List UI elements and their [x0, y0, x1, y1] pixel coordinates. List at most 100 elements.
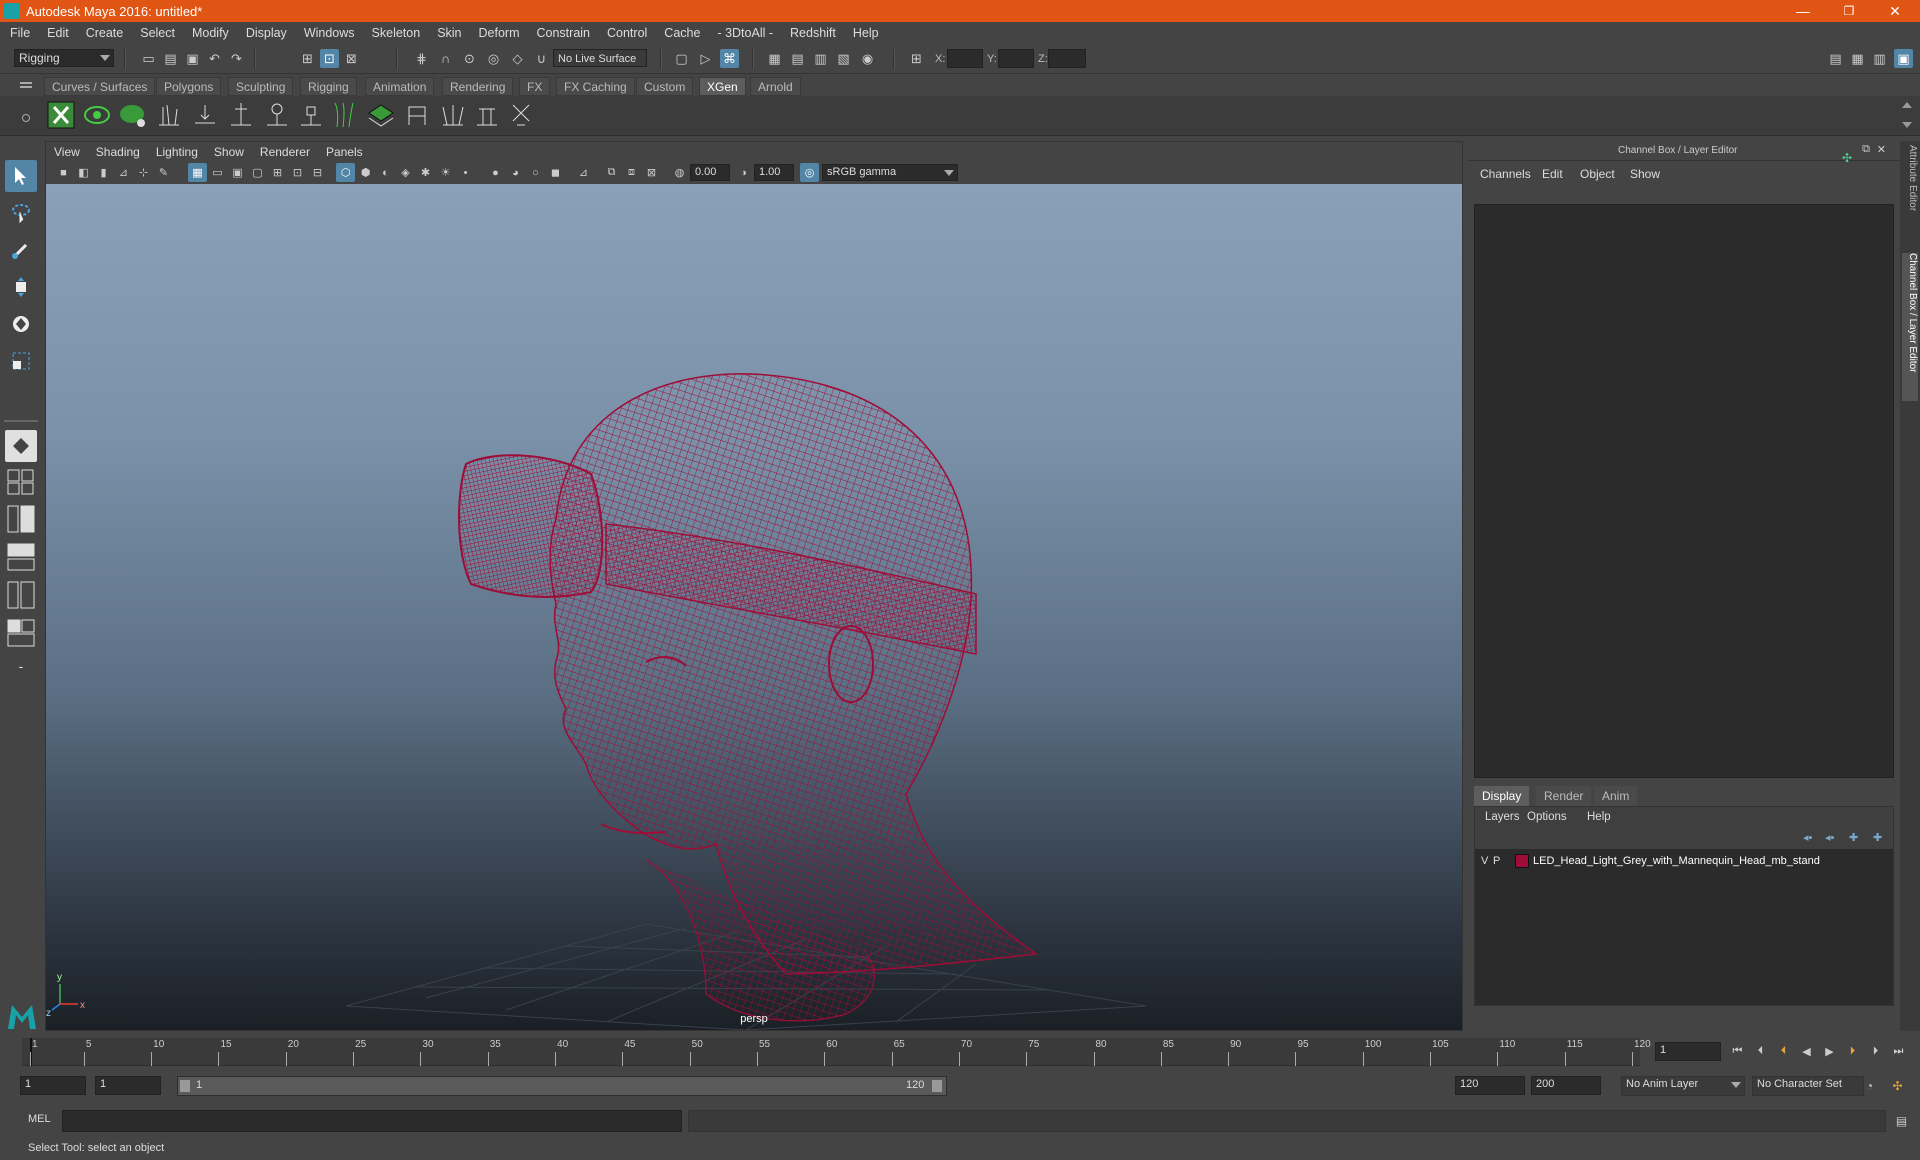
- shelf-settings-icon[interactable]: [22, 114, 30, 122]
- play-forwards-icon[interactable]: ▶: [1820, 1042, 1839, 1061]
- step-forward-key-icon[interactable]: ⏵: [1866, 1042, 1885, 1061]
- xgen-lock-guide-icon[interactable]: [296, 99, 326, 131]
- menu-select[interactable]: Select: [140, 26, 175, 40]
- tab-attribute-editor[interactable]: Attribute Editor: [1902, 145, 1918, 235]
- modeling-toolkit-icon[interactable]: ▤: [1826, 49, 1845, 68]
- vp-menu-renderer[interactable]: Renderer: [260, 145, 310, 159]
- tab-render[interactable]: Render: [1536, 786, 1592, 806]
- go-to-end-icon[interactable]: ⏭: [1889, 1042, 1908, 1061]
- hud-icon[interactable]: ⧉: [602, 163, 621, 182]
- vp-menu-shading[interactable]: Shading: [96, 145, 140, 159]
- menu-skeleton[interactable]: Skeleton: [372, 26, 421, 40]
- channel-list[interactable]: [1474, 204, 1894, 778]
- select-object-icon[interactable]: ⊡: [320, 49, 339, 68]
- xgen-collection-icon[interactable]: [118, 99, 148, 131]
- auto-key-icon[interactable]: ✣: [1888, 1076, 1907, 1095]
- snap-grid-icon[interactable]: ⋕: [412, 49, 431, 68]
- tab-arnold[interactable]: Arnold: [750, 77, 801, 96]
- start-time-field[interactable]: 1: [20, 1076, 86, 1095]
- menu-modify[interactable]: Modify: [192, 26, 229, 40]
- more-layouts-icon[interactable]: -: [5, 656, 37, 676]
- move-layer-up-icon[interactable]: ◂▪: [1803, 831, 1812, 844]
- end-time-field[interactable]: 120: [1455, 1076, 1525, 1095]
- play-backwards-icon[interactable]: ◀: [1797, 1042, 1816, 1061]
- smooth-shade-icon[interactable]: ⬢: [356, 163, 375, 182]
- menu-deform[interactable]: Deform: [479, 26, 520, 40]
- menu-control[interactable]: Control: [607, 26, 647, 40]
- two-d-pan-icon[interactable]: ⊹: [134, 163, 153, 182]
- scale-tool-icon[interactable]: [5, 345, 37, 377]
- tab-xgen[interactable]: XGen: [699, 77, 746, 96]
- snap-magnet-icon[interactable]: ∪: [532, 49, 551, 68]
- film-gate-icon[interactable]: ▭: [208, 163, 227, 182]
- xgen-grooming-brush-icon[interactable]: [472, 99, 502, 131]
- grease-pencil-icon[interactable]: ✎: [154, 163, 173, 182]
- outliner-layout-icon[interactable]: [5, 580, 37, 610]
- range-start-handle[interactable]: [180, 1080, 190, 1092]
- tab-display[interactable]: Display: [1474, 786, 1530, 806]
- snap-surface-icon[interactable]: ◇: [508, 49, 527, 68]
- range-end-handle[interactable]: [932, 1080, 942, 1092]
- xgen-guides-icon[interactable]: [154, 99, 184, 131]
- input-ops-icon[interactable]: ▢: [672, 49, 691, 68]
- z-field[interactable]: [1048, 49, 1086, 68]
- shelf-scroll-down-icon[interactable]: [1902, 122, 1912, 128]
- persp-graph-layout-icon[interactable]: [5, 542, 37, 572]
- xray-icon[interactable]: ◈: [396, 163, 415, 182]
- float-panel-icon[interactable]: ⧉: [1862, 143, 1870, 156]
- render-view-icon[interactable]: ▦: [765, 49, 784, 68]
- wireframe-icon[interactable]: ⬡: [336, 163, 355, 182]
- tab-channel-box-vertical[interactable]: Channel Box / Layer Editor: [1902, 253, 1918, 401]
- redo-icon[interactable]: ↷: [227, 49, 246, 68]
- xgen-layers-icon[interactable]: [366, 99, 396, 131]
- ambient-occlusion-icon[interactable]: ●: [486, 163, 505, 182]
- exposure-field[interactable]: 0.00: [690, 164, 730, 181]
- wireframe-on-shaded-icon[interactable]: ◐: [376, 163, 395, 182]
- paint-select-tool-icon[interactable]: [5, 234, 37, 266]
- x-field[interactable]: [947, 49, 983, 68]
- character-set-dropdown[interactable]: No Character Set: [1752, 1076, 1864, 1096]
- step-back-frame-icon[interactable]: ⏴: [1774, 1042, 1793, 1061]
- step-back-key-icon[interactable]: ⏴: [1751, 1042, 1770, 1061]
- shadows-icon[interactable]: •: [456, 163, 475, 182]
- character-set-icon[interactable]: ◔: [1860, 1076, 1879, 1095]
- cb-menu-edit[interactable]: Edit: [1542, 167, 1563, 181]
- viewport-3d[interactable]: y x z persp: [46, 184, 1462, 1030]
- tab-animation[interactable]: Animation: [365, 77, 435, 96]
- resolution-gate-icon[interactable]: ▣: [228, 163, 247, 182]
- vp-menu-panels[interactable]: Panels: [326, 145, 363, 159]
- le-menu-options[interactable]: Options: [1527, 811, 1567, 823]
- depth-of-field-icon[interactable]: ◼: [546, 163, 565, 182]
- safe-title-icon[interactable]: ⊟: [308, 163, 327, 182]
- tab-sculpting[interactable]: Sculpting: [228, 77, 294, 96]
- exposure-icon[interactable]: ◍: [670, 163, 689, 182]
- undo-icon[interactable]: ↶: [205, 49, 224, 68]
- transform-mode-icon[interactable]: ⊞: [907, 49, 926, 68]
- xgen-add-guide-icon[interactable]: [226, 99, 256, 131]
- le-menu-layers[interactable]: Layers: [1485, 811, 1520, 823]
- menu-skin[interactable]: Skin: [437, 26, 461, 40]
- frame-all-icon[interactable]: ⊠: [642, 163, 661, 182]
- close-button[interactable]: ✕: [1872, 0, 1918, 22]
- anim-end-field[interactable]: 200: [1531, 1076, 1601, 1095]
- channel-box-gizmo-icon[interactable]: ✣: [1842, 151, 1852, 165]
- minimize-button[interactable]: —: [1780, 0, 1826, 22]
- mel-label[interactable]: MEL: [28, 1113, 51, 1125]
- command-input[interactable]: [62, 1110, 682, 1132]
- close-icon[interactable]: ✕: [1877, 143, 1886, 156]
- xgen-guide-curves-icon[interactable]: [330, 99, 360, 131]
- y-field[interactable]: [998, 49, 1034, 68]
- move-layer-down-icon[interactable]: ◂▪: [1825, 831, 1834, 844]
- isolate-select-icon[interactable]: ⊿: [574, 163, 593, 182]
- xgen-sculpt-guide-icon[interactable]: [262, 99, 292, 131]
- new-scene-icon[interactable]: ▭: [139, 49, 158, 68]
- menu-display[interactable]: Display: [246, 26, 287, 40]
- xray-joints-icon[interactable]: ✱: [416, 163, 435, 182]
- gate-mask-icon[interactable]: ▢: [248, 163, 267, 182]
- grid-icon[interactable]: ▦: [188, 163, 207, 182]
- xgen-interactive-groom-icon[interactable]: [438, 99, 468, 131]
- lights-icon[interactable]: ☀: [436, 163, 455, 182]
- le-menu-help[interactable]: Help: [1587, 811, 1611, 823]
- layer-row[interactable]: V P LED_Head_Light_Grey_with_Mannequin_H…: [1475, 853, 1893, 871]
- current-frame-field[interactable]: 1: [1655, 1042, 1721, 1061]
